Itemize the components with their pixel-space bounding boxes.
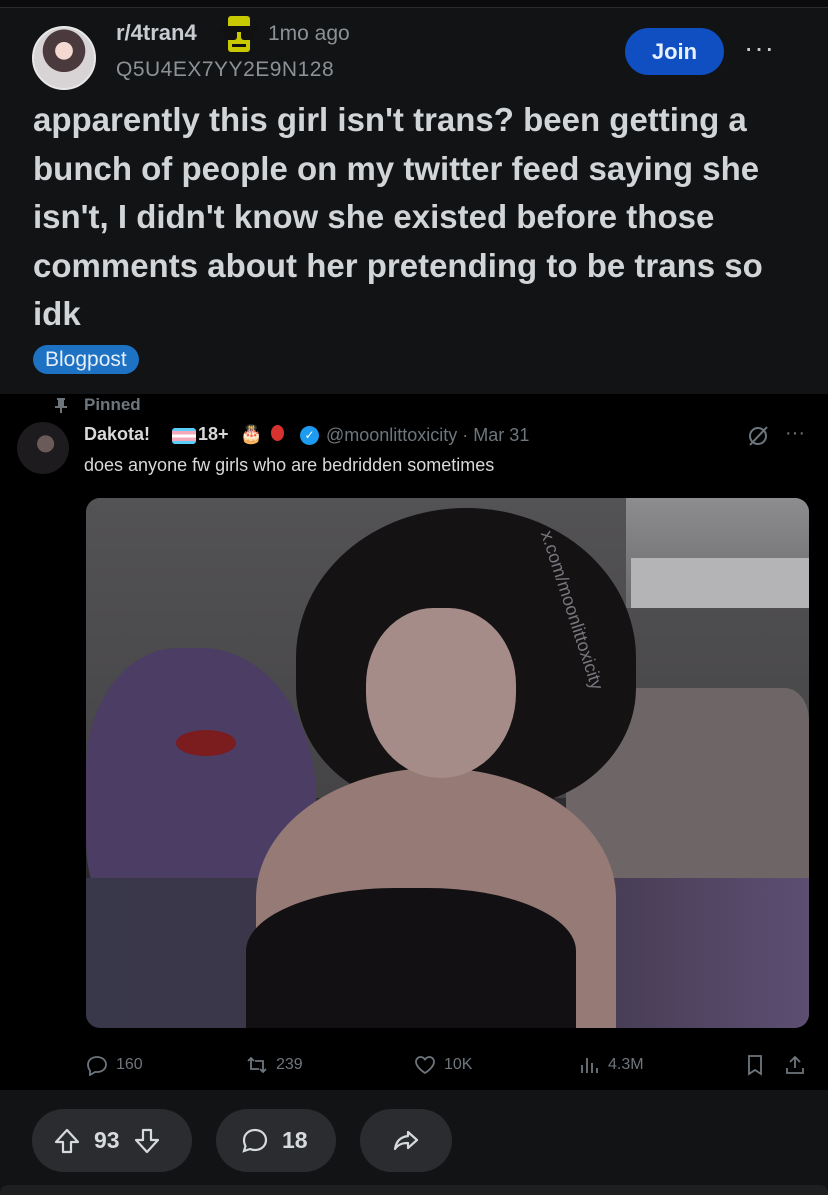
- retweet-action: 239: [246, 1054, 303, 1076]
- embedded-tweet-screenshot: Pinned Dakota! 18+ 🎂 ✓ @moonlittoxicity …: [0, 394, 828, 1090]
- downvote-icon[interactable]: [132, 1126, 162, 1156]
- comment-count: 18: [282, 1127, 308, 1153]
- trans-flag-icon: [172, 428, 196, 444]
- retweet-icon: [247, 1056, 267, 1074]
- more-options-icon[interactable]: ···: [744, 32, 775, 64]
- age-badge: 18+: [198, 424, 229, 444]
- verified-badge-icon: ✓: [300, 426, 319, 445]
- bookmark-icon: [748, 1055, 762, 1076]
- sunglasses-emoji-icon: [220, 16, 258, 52]
- heart-icon: [415, 1056, 435, 1075]
- tweet-more-icon: ···: [785, 422, 805, 444]
- views-action: 4.3M: [578, 1054, 644, 1076]
- tweet-avatar: [17, 422, 69, 474]
- grok-icon: [749, 426, 768, 446]
- like-action: 10K: [414, 1054, 472, 1076]
- share-button[interactable]: [360, 1109, 452, 1172]
- post-flair[interactable]: Blogpost: [33, 345, 139, 374]
- tweet-author-name: Dakota!: [84, 424, 151, 444]
- subreddit-name[interactable]: r/4tran4: [116, 20, 197, 46]
- pinned-label: Pinned: [84, 395, 141, 414]
- upvote-icon[interactable]: [52, 1126, 82, 1156]
- post-age: 1mo ago: [268, 22, 350, 45]
- comments-button[interactable]: 18: [216, 1109, 336, 1172]
- views-icon: [581, 1058, 598, 1073]
- post-footer: 93 18: [0, 1090, 828, 1195]
- birthday-cake-icon: 🎂: [240, 424, 263, 444]
- tweet-handle-date: @moonlittoxicity · Mar 31: [326, 425, 530, 445]
- reply-icon: [87, 1056, 107, 1076]
- balloon-icon: [271, 425, 284, 441]
- pin-icon: [55, 398, 67, 413]
- reddit-post: r/4tran4 1mo ago Q5U4EX7YY2E9N128 Join ·…: [0, 8, 828, 394]
- comment-icon: [242, 1128, 268, 1153]
- vote-count: 93: [94, 1127, 120, 1153]
- retweet-count: 239: [276, 1056, 303, 1073]
- vote-pill: 93: [32, 1109, 192, 1172]
- reply-count: 160: [116, 1056, 143, 1073]
- tweet-text: does anyone fw girls who are bedridden s…: [84, 455, 495, 475]
- views-count: 4.3M: [608, 1056, 644, 1073]
- subreddit-avatar[interactable]: [32, 26, 96, 90]
- photo-clothing: [246, 888, 576, 1028]
- reply-action: 160: [86, 1054, 143, 1076]
- tweet-photo: x.com/moonlittoxicity: [86, 498, 809, 1028]
- share-arrow-icon: [393, 1130, 419, 1150]
- photo-person-face: [366, 608, 516, 778]
- top-divider: [0, 0, 828, 8]
- photo-window-sill: [631, 558, 809, 608]
- share-upload-icon: [786, 1055, 804, 1074]
- bottom-sheet-edge: [0, 1185, 828, 1195]
- post-username[interactable]: Q5U4EX7YY2E9N128: [116, 58, 334, 82]
- like-count: 10K: [444, 1056, 473, 1073]
- join-button[interactable]: Join: [625, 28, 724, 75]
- photo-plush-eye: [176, 730, 236, 756]
- tweet-action-bar: 160 239 10K 4.3M: [86, 1054, 814, 1080]
- post-title[interactable]: apparently this girl isn't trans? been g…: [33, 96, 803, 339]
